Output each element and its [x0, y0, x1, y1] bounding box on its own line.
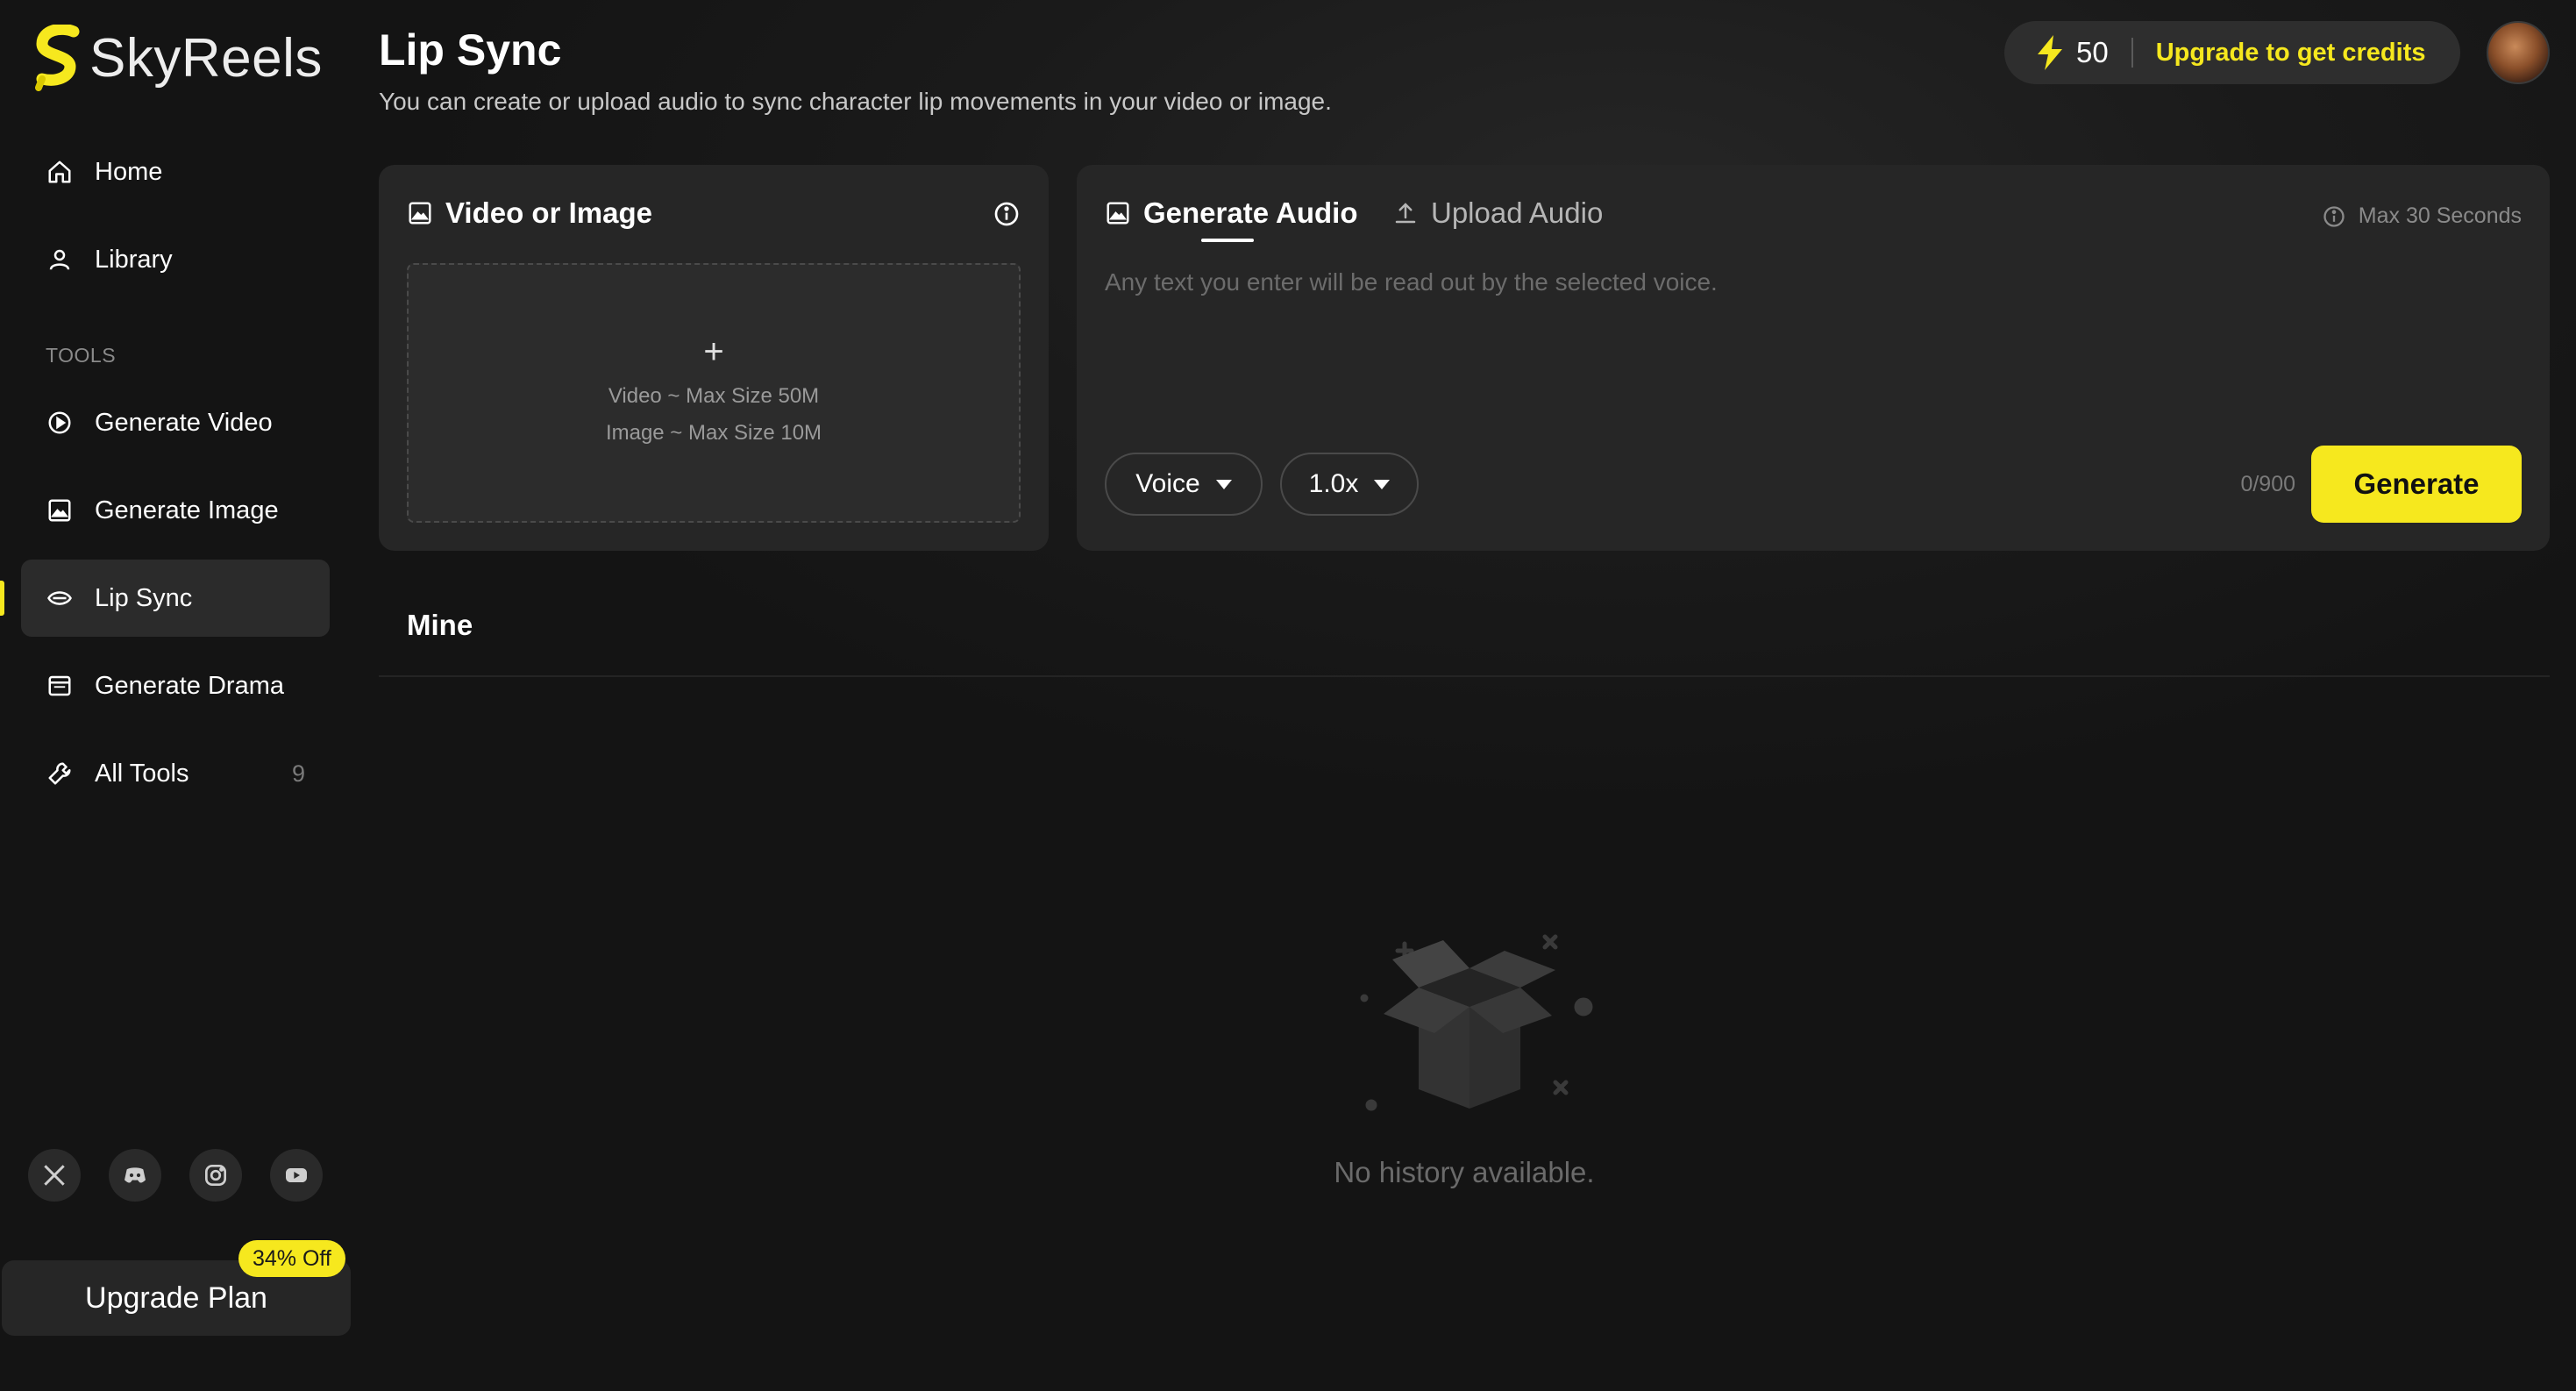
sidebar-item-label: Generate Video — [95, 408, 273, 437]
x-social-button[interactable] — [28, 1149, 81, 1202]
sidebar-item-label: Generate Drama — [95, 671, 284, 700]
video-limit-text: Video ~ Max Size 50M — [608, 384, 820, 408]
sidebar-item-all-tools[interactable]: All Tools 9 — [21, 735, 330, 812]
plus-icon: + — [703, 332, 724, 371]
audio-card: Generate Audio Upload Audio Max 30 Secon… — [1077, 165, 2550, 551]
youtube-social-button[interactable] — [270, 1149, 323, 1202]
tools-section-label: TOOLS — [46, 344, 117, 367]
empty-box-icon — [1360, 934, 1593, 1111]
discount-badge: 34% Off — [238, 1240, 345, 1277]
drama-icon — [46, 672, 74, 700]
sidebar-item-label: Lip Sync — [95, 583, 193, 612]
sidebar: SkyReels Home Library TOOLS Generate Vid… — [0, 0, 351, 1391]
user-icon — [46, 246, 74, 274]
image-icon — [409, 202, 431, 225]
wrench-icon — [46, 760, 74, 788]
speed-select[interactable]: 1.0x — [1280, 453, 1419, 516]
max-duration-note: Max 30 Seconds — [2322, 203, 2522, 229]
play-circle-icon — [46, 409, 74, 437]
sidebar-item-generate-drama[interactable]: Generate Drama — [21, 647, 330, 724]
active-tab-underline — [1201, 239, 1254, 242]
sidebar-item-lip-sync[interactable]: Lip Sync — [21, 560, 330, 637]
caret-down-icon — [1215, 479, 1232, 489]
tab-label: Generate Audio — [1143, 196, 1358, 229]
sidebar-item-home[interactable]: Home — [21, 133, 330, 210]
tab-generate-audio[interactable]: Generate Audio — [1105, 196, 1358, 230]
discord-icon — [125, 1167, 146, 1183]
info-icon[interactable] — [993, 200, 1021, 228]
sidebar-item-label: Library — [95, 245, 173, 274]
lips-icon — [46, 584, 74, 612]
upload-dropzone[interactable]: + Video ~ Max Size 50M Image ~ Max Size … — [407, 263, 1021, 523]
image-limit-text: Image ~ Max Size 10M — [605, 421, 822, 445]
image-icon — [46, 496, 74, 524]
upgrade-credits-link[interactable]: Upgrade to get credits — [2156, 39, 2426, 68]
avatar[interactable] — [2487, 21, 2550, 84]
sidebar-item-label: All Tools — [95, 759, 189, 788]
generate-button[interactable]: Generate — [2311, 446, 2522, 523]
tab-upload-audio[interactable]: Upload Audio — [1392, 196, 1603, 230]
speed-select-label: 1.0x — [1308, 469, 1359, 498]
empty-state-text: No history available. — [1334, 1156, 1595, 1188]
sidebar-item-library[interactable]: Library — [21, 221, 330, 298]
mine-section-title: Mine — [407, 609, 473, 641]
audio-text-input[interactable] — [1105, 268, 2508, 391]
sidebar-item-label: Generate Image — [95, 496, 279, 524]
voice-select[interactable]: Voice — [1105, 453, 1263, 516]
instagram-icon — [205, 1165, 226, 1186]
x-icon — [44, 1165, 65, 1186]
logo[interactable]: SkyReels — [35, 25, 323, 91]
discord-social-button[interactable] — [109, 1149, 161, 1202]
image-icon — [1107, 202, 1129, 225]
lightning-icon — [2038, 35, 2062, 70]
sidebar-item-generate-video[interactable]: Generate Video — [21, 384, 330, 461]
pill-divider — [2131, 38, 2133, 68]
credits-pill: 50 Upgrade to get credits — [2004, 21, 2460, 84]
credits-count: 50 — [2076, 36, 2109, 68]
upload-icon — [1395, 203, 1416, 224]
section-divider — [379, 675, 2550, 677]
caret-down-icon — [1374, 479, 1391, 489]
social-links — [28, 1149, 323, 1202]
skyreels-logo-icon — [35, 25, 80, 91]
page-subtitle: You can create or upload audio to sync c… — [379, 88, 1332, 115]
info-icon — [2323, 205, 2345, 227]
page-title: Lip Sync — [379, 25, 562, 75]
video-or-image-card: Video or Image + Video ~ Max Size 50M Im… — [379, 165, 1049, 551]
voice-select-label: Voice — [1135, 469, 1200, 498]
sidebar-item-label: Home — [95, 157, 163, 186]
page: SkyReels Home Library TOOLS Generate Vid… — [0, 0, 2576, 1391]
youtube-icon — [286, 1168, 307, 1182]
sidebar-item-generate-image[interactable]: Generate Image — [21, 472, 330, 549]
brand-name: SkyReels — [89, 27, 323, 89]
home-icon — [46, 158, 74, 186]
tab-label: Upload Audio — [1431, 196, 1604, 229]
active-indicator — [0, 581, 4, 616]
instagram-social-button[interactable] — [189, 1149, 242, 1202]
char-count: 0/900 — [2240, 472, 2295, 496]
card-title: Video or Image — [445, 196, 652, 229]
tools-count: 9 — [291, 760, 305, 787]
max-duration-text: Max 30 Seconds — [2358, 203, 2522, 228]
card-header: Video or Image — [407, 196, 652, 230]
